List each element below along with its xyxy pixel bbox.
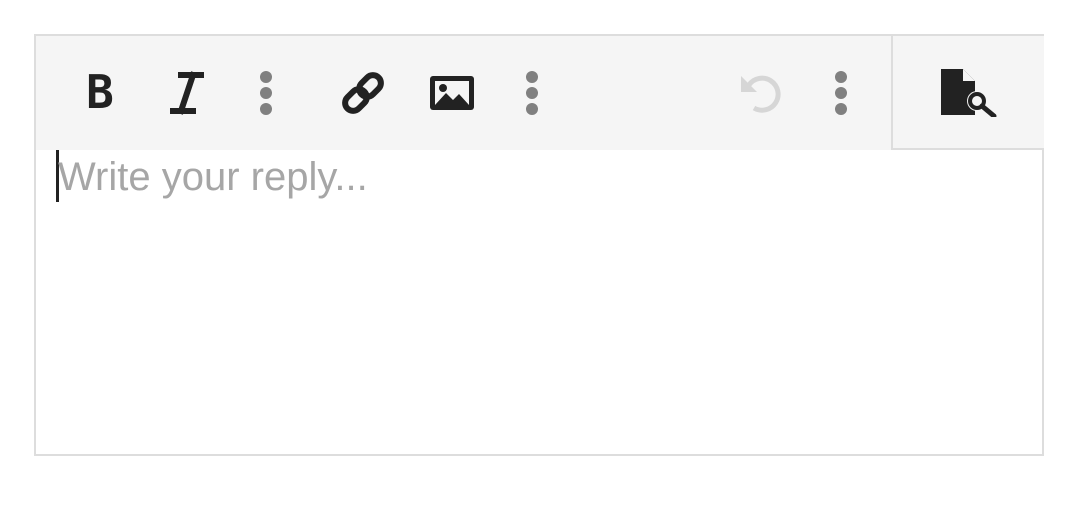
preview-toggle-button[interactable] <box>891 36 1044 150</box>
undo-button[interactable] <box>726 36 796 150</box>
formatting-toolbar: B <box>36 36 892 150</box>
bold-button[interactable]: B <box>64 36 136 150</box>
vertical-ellipsis-icon <box>835 71 847 115</box>
insert-image-button[interactable] <box>416 36 488 150</box>
bold-icon: B <box>86 71 114 115</box>
document-preview-icon <box>940 69 996 117</box>
undo-icon <box>741 75 781 113</box>
more-actions-button[interactable] <box>811 36 871 150</box>
reply-placeholder: Write your reply... <box>58 155 368 199</box>
more-insert-button[interactable] <box>502 36 562 150</box>
insert-link-button[interactable] <box>328 36 398 150</box>
italic-icon <box>170 71 204 115</box>
reply-editor: B <box>34 34 1044 456</box>
italic-button[interactable] <box>151 36 223 150</box>
svg-text:B: B <box>86 71 114 115</box>
vertical-ellipsis-icon <box>526 71 538 115</box>
image-icon <box>430 76 474 110</box>
link-icon <box>342 72 384 114</box>
vertical-ellipsis-icon <box>260 71 272 115</box>
more-formatting-button[interactable] <box>236 36 296 150</box>
